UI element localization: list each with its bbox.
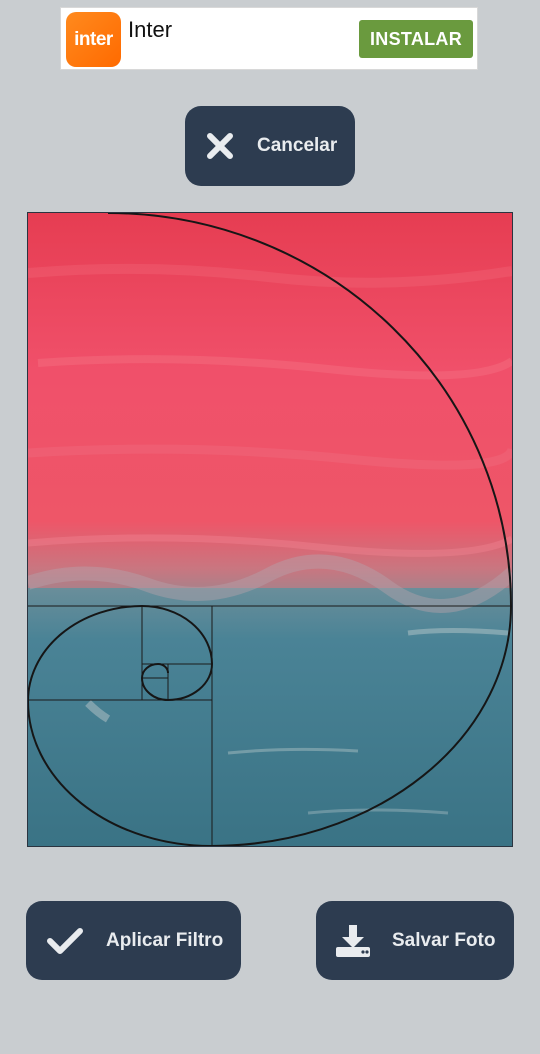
install-button[interactable]: INSTALAR (359, 20, 473, 58)
check-icon (46, 926, 84, 956)
ad-title: Inter (128, 17, 173, 42)
save-photo-button[interactable]: Salvar Foto (316, 901, 514, 980)
photo-preview (27, 212, 513, 847)
apply-filter-button[interactable]: Aplicar Filtro (26, 901, 241, 980)
cancel-button[interactable]: Cancelar (185, 106, 355, 186)
cancel-label: Cancelar (257, 135, 338, 156)
save-photo-label: Salvar Foto (392, 929, 496, 951)
inter-logo: inter (66, 12, 121, 67)
close-icon (205, 131, 235, 161)
golden-spiral-overlay (28, 213, 512, 846)
apply-filter-label: Aplicar Filtro (106, 929, 224, 951)
ad-banner[interactable]: inter Inter INSTALAR (60, 7, 478, 70)
download-icon (334, 923, 372, 959)
